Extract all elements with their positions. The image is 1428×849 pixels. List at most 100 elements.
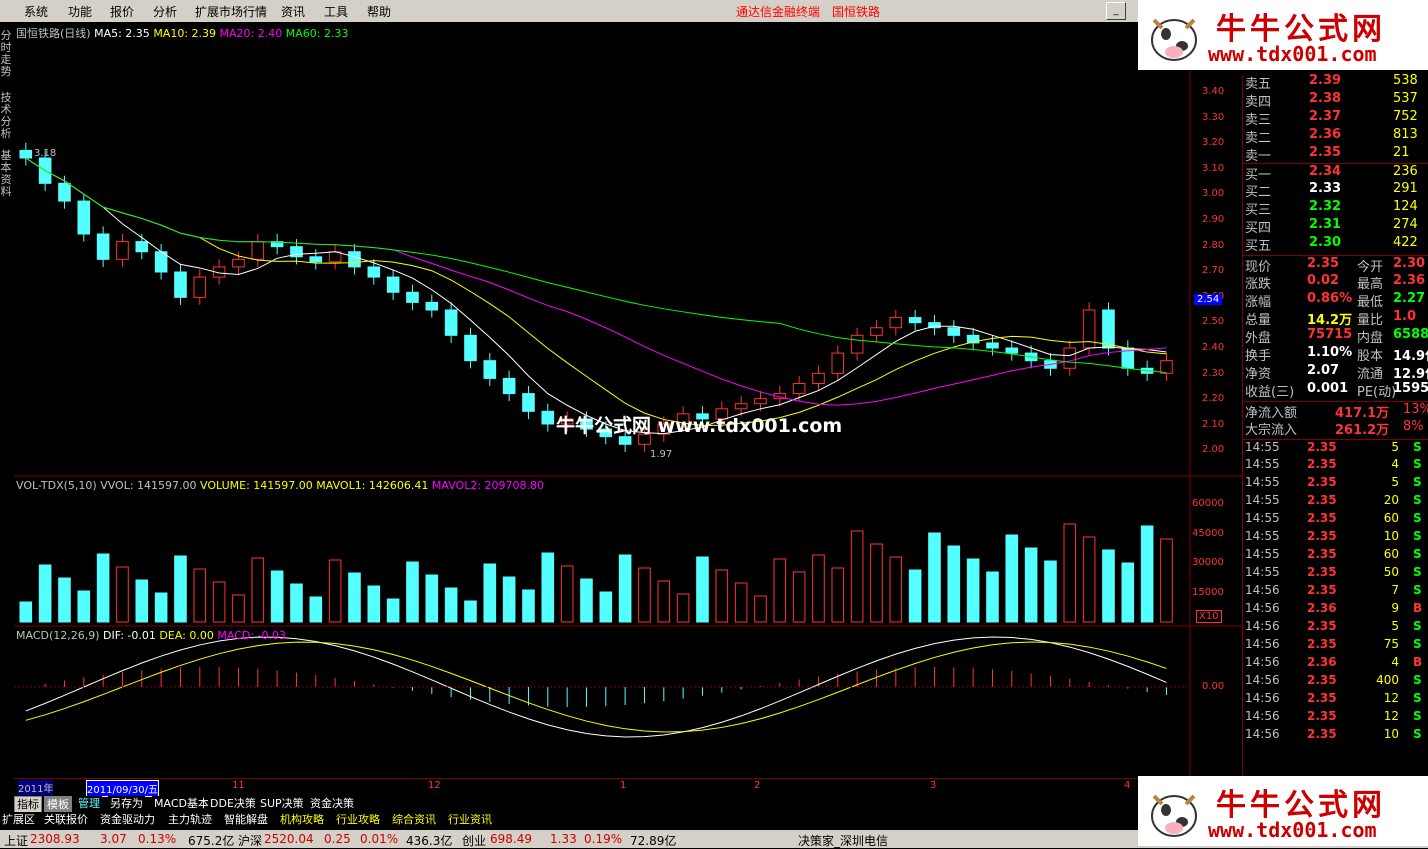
- price-tick: 2.90: [1202, 214, 1225, 225]
- volume-bar: [58, 577, 71, 623]
- price-tick: 3.10: [1202, 162, 1225, 174]
- ext-tab-5[interactable]: 机构攻略: [278, 812, 326, 827]
- menu-analysis[interactable]: 分析: [153, 3, 177, 20]
- tick-time: 14:56: [1245, 691, 1280, 705]
- legend-mavol2: MAVOL2: 209708.80: [431, 479, 545, 492]
- legend-volume: VOLUME: 141597.00: [200, 479, 313, 492]
- price-tick: 2.40: [1202, 342, 1225, 353]
- tab-funds[interactable]: 资金决策: [308, 796, 356, 811]
- tick-price: 2.35: [1307, 493, 1337, 507]
- order-book-row[interactable]: 买二 2.33 291: [1243, 181, 1428, 200]
- price-tick: 2.80: [1202, 239, 1225, 251]
- volume-bar: [754, 595, 767, 623]
- date-cursor: 2011/09/30/五: [86, 780, 160, 797]
- status-right: 决策家_深圳电信: [798, 834, 889, 848]
- minimize-button[interactable]: _: [1106, 2, 1126, 20]
- chart-area[interactable]: 国恒铁路(日线) MA5: 2.35 MA10: 2.39 MA20: 2.40…: [14, 22, 1242, 797]
- date-axis: 2011年 2011/09/30/五 11 12 1 2 3 4: [14, 778, 1242, 797]
- tab-sup[interactable]: SUP决策: [258, 796, 306, 811]
- tab-manage[interactable]: 管理: [76, 796, 102, 811]
- logo-url: www.tdx001.com: [1208, 42, 1377, 66]
- volume-bar: [483, 563, 497, 623]
- candle: [831, 352, 845, 374]
- app-title: 通达信金融终端: [736, 5, 821, 19]
- menu-help[interactable]: 帮助: [367, 3, 391, 20]
- stat-label: 外盘: [1245, 331, 1272, 346]
- ext-tab-3[interactable]: 主力轨迹: [166, 812, 214, 827]
- candle: [541, 410, 555, 425]
- tab-macd-basic[interactable]: MACD基本: [152, 796, 211, 811]
- stat-label-2: 最高: [1357, 277, 1384, 292]
- stat-value-2: 2.30: [1393, 256, 1426, 271]
- order-label: 卖一: [1245, 149, 1272, 164]
- date-feb: 2: [754, 780, 761, 791]
- menu-extended-market[interactable]: 扩展市场行情: [195, 3, 267, 20]
- tab-dde[interactable]: DDE决策: [208, 796, 258, 811]
- status-sz-val: 2520.04: [264, 832, 314, 846]
- candle: [1102, 309, 1115, 349]
- order-label: 卖四: [1245, 95, 1272, 110]
- stat-value: 0.86%: [1307, 291, 1353, 306]
- ext-tab-8[interactable]: 行业资讯: [446, 812, 494, 827]
- ext-tab-2[interactable]: 资金驱动力: [98, 812, 157, 827]
- order-book-row[interactable]: 卖一 2.35 21: [1243, 145, 1428, 164]
- stats-row: 换手 1.10% 股本 14.9亿: [1243, 345, 1428, 364]
- candle: [870, 327, 883, 336]
- order-book-row[interactable]: 卖四 2.38 537: [1243, 91, 1428, 110]
- candle: [1063, 347, 1077, 369]
- ext-tab-4[interactable]: 智能解盘: [222, 812, 270, 827]
- tab-indicator[interactable]: 指标: [14, 796, 42, 813]
- order-book-row[interactable]: 买一 2.34 236: [1243, 163, 1428, 183]
- menu-quote[interactable]: 报价: [110, 3, 134, 20]
- menu-system[interactable]: 系统: [24, 3, 48, 20]
- tick-price: 2.35: [1307, 457, 1337, 471]
- macd-zero-label: 0.00: [1202, 681, 1225, 692]
- menu-function[interactable]: 功能: [68, 3, 92, 20]
- volume-bar: [870, 543, 883, 623]
- order-book-row[interactable]: 买五 2.30 422: [1243, 235, 1428, 254]
- volume-tick: 60000: [1192, 498, 1224, 509]
- tick-price: 2.35: [1307, 511, 1337, 525]
- tick-volume: 4: [1391, 457, 1399, 471]
- candle: [444, 309, 458, 336]
- order-book-row[interactable]: 卖二 2.36 813: [1243, 127, 1428, 146]
- ext-tab-6[interactable]: 行业攻略: [334, 812, 382, 827]
- candle: [116, 241, 129, 260]
- order-label: 卖三: [1245, 113, 1272, 128]
- candle: [232, 258, 245, 268]
- candle: [367, 266, 381, 278]
- menu-news[interactable]: 资讯: [281, 3, 305, 20]
- tick-time: 14:56: [1245, 727, 1280, 741]
- ext-tab-0[interactable]: 扩展区: [0, 812, 37, 827]
- tick-volume: 9: [1391, 601, 1399, 615]
- tab-template[interactable]: 模板: [44, 796, 72, 813]
- tick-time: 14:55: [1245, 529, 1280, 543]
- tick-side: S: [1413, 673, 1422, 687]
- kline-chart[interactable]: [14, 22, 1242, 797]
- status-sh-label: 上证: [4, 834, 29, 848]
- volume-bar: [560, 565, 574, 623]
- tab-intraday[interactable]: 分时走势: [0, 30, 12, 78]
- tick-time: 14:55: [1245, 457, 1280, 471]
- tick-row: 14:56 2.35 12 S: [1243, 691, 1428, 709]
- tick-row: 14:55 2.35 60 S: [1243, 511, 1428, 529]
- candle: [850, 334, 864, 354]
- ext-tab-1[interactable]: 关联报价: [42, 812, 90, 827]
- volume-bar: [1044, 560, 1057, 623]
- tick-time: 14:55: [1245, 547, 1280, 561]
- tick-side: S: [1413, 727, 1422, 741]
- tab-save-as[interactable]: 另存为: [108, 796, 145, 811]
- order-book-row[interactable]: 买四 2.31 274: [1243, 217, 1428, 236]
- volume-bar: [792, 571, 806, 623]
- ext-tab-7[interactable]: 综合资讯: [390, 812, 438, 827]
- order-book-row[interactable]: 卖五 2.39 538: [1243, 73, 1428, 92]
- tab-fundamentals[interactable]: 基本资料: [0, 150, 12, 198]
- menu-tools[interactable]: 工具: [324, 3, 348, 20]
- volume-bar: [1102, 549, 1115, 623]
- order-book-row[interactable]: 买三 2.32 124: [1243, 199, 1428, 218]
- order-volume: 538: [1393, 73, 1418, 88]
- order-book-row[interactable]: 卖三 2.37 752: [1243, 109, 1428, 128]
- candle: [812, 372, 825, 384]
- tab-technical[interactable]: 技术分析: [0, 92, 12, 140]
- candle: [406, 291, 419, 303]
